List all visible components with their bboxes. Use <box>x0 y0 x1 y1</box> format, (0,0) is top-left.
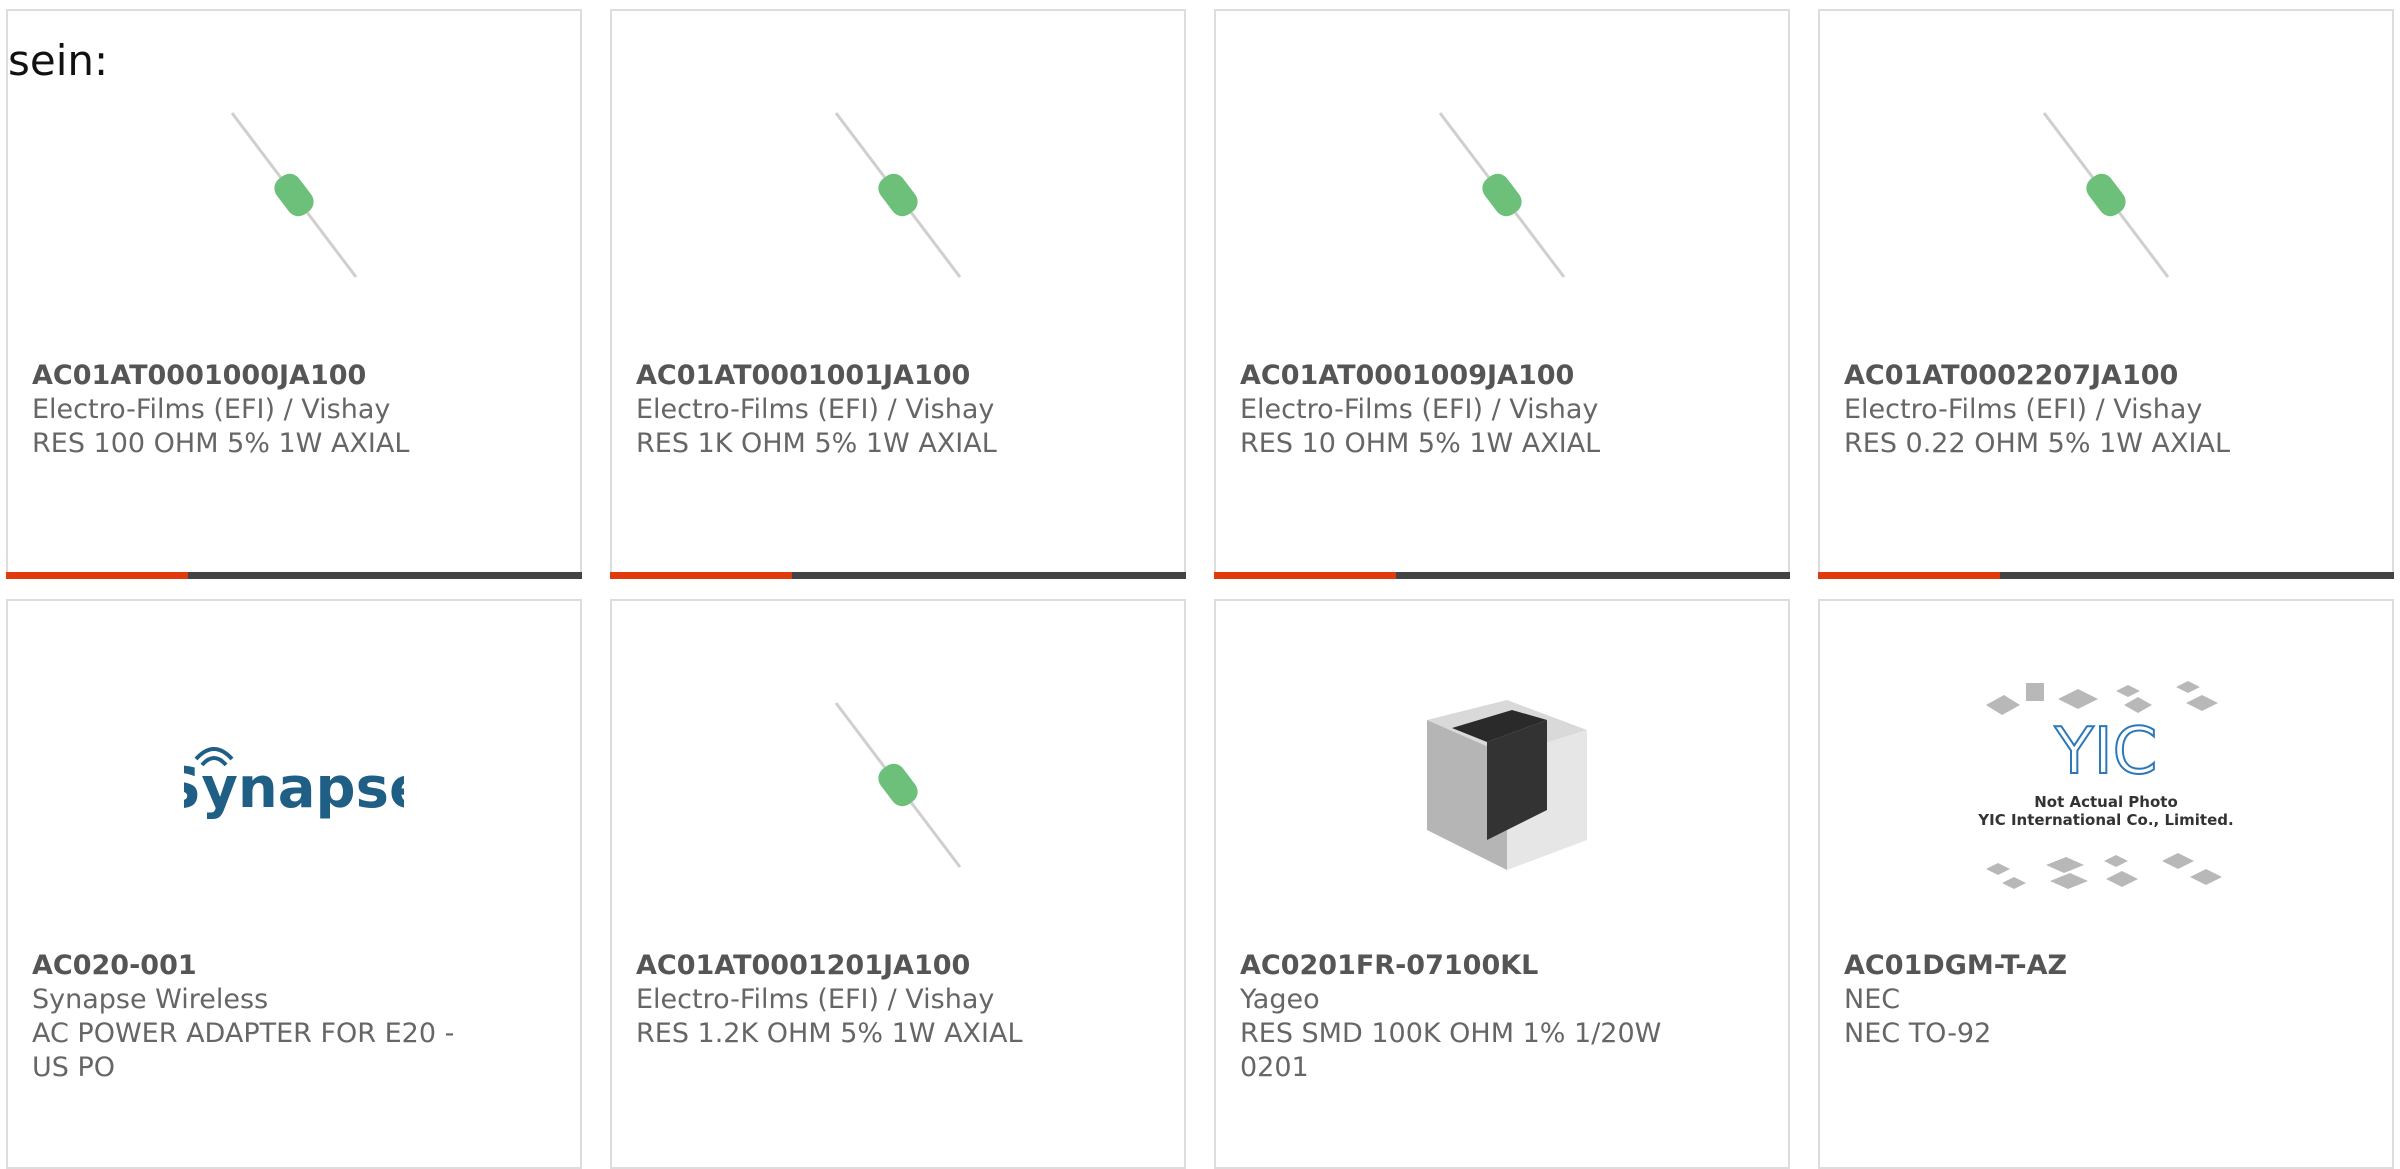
description: RES 1K OHM 5% 1W AXIAL <box>636 428 997 459</box>
part-number[interactable]: AC01AT0001009JA100 <box>1240 359 1764 393</box>
product-card[interactable]: YIC Not Actual Photo YIC International C… <box>1818 599 2394 1169</box>
card-accent-bar <box>610 572 1186 579</box>
product-card[interactable]: AC01AT0001000JA100 Electro-Films (EFI) /… <box>6 9 582 579</box>
product-card[interactable]: AC0201FR-07100KL Yageo RES SMD 100K OHM … <box>1214 599 1790 1169</box>
description: AC POWER ADAPTER FOR E20 - US PO <box>32 1018 455 1083</box>
svg-text:YIC International Co., Limited: YIC International Co., Limited. <box>1977 811 2233 829</box>
product-image[interactable] <box>1820 85 2392 305</box>
card-accent-bar <box>1818 572 2394 579</box>
description: RES 100 OHM 5% 1W AXIAL <box>32 428 410 459</box>
part-number[interactable]: AC01AT0002207JA100 <box>1844 359 2368 393</box>
manufacturer: Electro-Films (EFI) / Vishay <box>636 984 995 1015</box>
axial-resistor-icon <box>1438 112 1566 278</box>
product-card[interactable]: AC01AT0002207JA100 Electro-Films (EFI) /… <box>1818 9 2394 579</box>
manufacturer: Electro-Films (EFI) / Vishay <box>32 394 391 425</box>
description: RES 0.22 OHM 5% 1W AXIAL <box>1844 428 2230 459</box>
axial-resistor-icon <box>834 112 962 278</box>
svg-text:YIC: YIC <box>2054 715 2158 789</box>
description: RES 10 OHM 5% 1W AXIAL <box>1240 428 1601 459</box>
svg-text:Not Actual Photo: Not Actual Photo <box>2034 793 2178 811</box>
part-number[interactable]: AC0201FR-07100KL <box>1240 949 1764 983</box>
manufacturer: Electro-Films (EFI) / Vishay <box>636 394 995 425</box>
part-number[interactable]: AC01AT0001001JA100 <box>636 359 1160 393</box>
smd-chip-resistor-icon <box>1427 700 1587 870</box>
svg-text:Synapse: Synapse <box>184 756 404 821</box>
part-number[interactable]: AC01AT0001000JA100 <box>32 359 556 393</box>
manufacturer: Electro-Films (EFI) / Vishay <box>1240 394 1599 425</box>
manufacturer: NEC <box>1844 984 1901 1015</box>
card-accent-bar <box>6 572 582 579</box>
part-number[interactable]: AC01AT0001201JA100 <box>636 949 1160 983</box>
card-accent-bar <box>1214 572 1790 579</box>
manufacturer: Yageo <box>1240 984 1320 1015</box>
product-image[interactable] <box>612 85 1184 305</box>
part-number[interactable]: AC01DGM-T-AZ <box>1844 949 2368 983</box>
synapse-logo: Synapse <box>184 747 404 821</box>
product-image[interactable] <box>8 85 580 305</box>
description: NEC TO-92 <box>1844 1018 1992 1049</box>
product-card[interactable]: Synapse AC020-001 Synapse Wireless AC PO… <box>6 599 582 1169</box>
manufacturer: Electro-Films (EFI) / Vishay <box>1844 394 2203 425</box>
manufacturer: Synapse Wireless <box>32 984 269 1015</box>
description: RES SMD 100K OHM 1% 1/20W 0201 <box>1240 1018 1662 1083</box>
product-card[interactable]: AC01AT0001001JA100 Electro-Films (EFI) /… <box>610 9 1186 579</box>
axial-resistor-icon <box>2042 112 2170 278</box>
product-image[interactable]: YIC Not Actual Photo YIC International C… <box>1820 675 2392 895</box>
lead-text: sein: <box>8 36 109 85</box>
product-image[interactable]: Synapse <box>8 675 580 895</box>
description: RES 1.2K OHM 5% 1W AXIAL <box>636 1018 1023 1049</box>
yic-placeholder-photo: YIC Not Actual Photo YIC International C… <box>1977 681 2234 889</box>
part-number[interactable]: AC020-001 <box>32 949 556 983</box>
product-image[interactable] <box>1216 675 1788 895</box>
product-image[interactable] <box>612 675 1184 895</box>
axial-resistor-icon <box>834 702 962 868</box>
product-card[interactable]: AC01AT0001009JA100 Electro-Films (EFI) /… <box>1214 9 1790 579</box>
product-card[interactable]: AC01AT0001201JA100 Electro-Films (EFI) /… <box>610 599 1186 1169</box>
axial-resistor-icon <box>230 112 358 278</box>
product-image[interactable] <box>1216 85 1788 305</box>
